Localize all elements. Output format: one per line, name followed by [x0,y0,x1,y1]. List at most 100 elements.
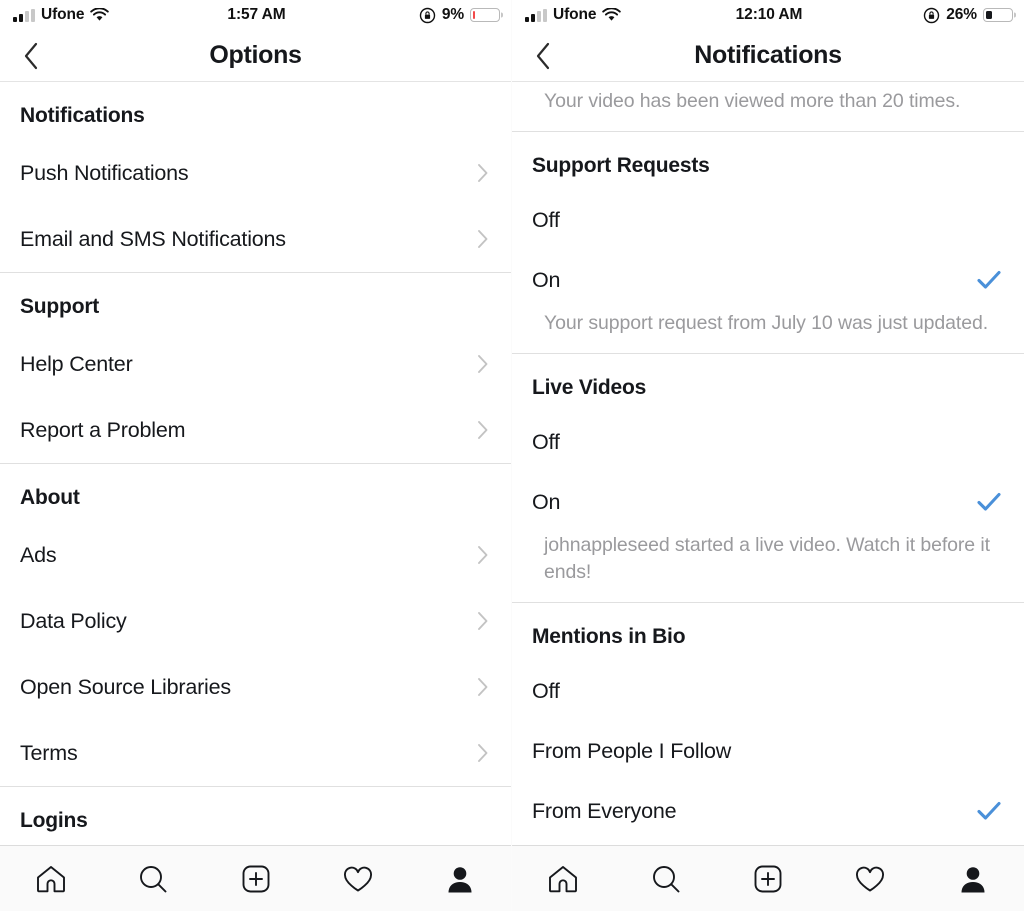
option-unchecked [976,209,1002,231]
clock-label: 1:57 AM [227,6,286,23]
option-row[interactable]: Off [512,661,1024,721]
left-phone-panel: Ufone 1:57 AM 9% Options Notifications P… [0,0,512,911]
checkmark-icon [976,800,1002,822]
section-header: Notifications [20,104,145,127]
home-icon [549,865,578,892]
list-item-label: Report a Problem [20,417,186,442]
profile-icon [448,866,472,892]
option-row[interactable]: On [512,472,1024,532]
nav-bar-right: Notifications [512,30,1024,82]
list-item[interactable]: Terms [0,720,511,786]
option-row[interactable]: Off [512,412,1024,472]
option-unchecked [976,680,1002,702]
chevron-right-icon [477,420,489,440]
tab-search-right[interactable] [614,846,716,911]
clock-label: 12:10 AM [735,6,803,23]
status-bar-left-group: Ufone [13,6,227,24]
option-row[interactable]: On [512,250,1024,310]
status-bar-center-right: 12:10 AM [736,6,803,24]
add-post-icon [754,865,782,892]
back-button-left[interactable] [0,30,62,82]
signal-bars-icon [525,8,547,22]
tab-add-post-right[interactable] [717,846,819,911]
chevron-right-icon [477,677,489,697]
chevron-right-icon [477,229,489,249]
back-chevron-icon [24,42,38,70]
list-item[interactable]: Data Policy [0,588,511,654]
option-label: From Everyone [532,798,677,823]
list-item-label: Terms [20,740,78,765]
list-item[interactable]: Report a Problem [0,397,511,463]
nav-bar-left: Options [0,30,511,82]
chevron-right-icon [478,744,488,762]
profile-icon [961,866,985,892]
back-button-right[interactable] [512,30,574,82]
option-description: Your support request from July 10 was ju… [544,312,989,334]
tab-home-left[interactable] [0,846,102,911]
tab-activity-left[interactable] [307,846,409,911]
back-chevron-icon [536,42,550,70]
tab-add-post-left[interactable] [204,846,306,911]
chevron-right-icon [478,612,488,630]
options-list[interactable]: Notifications Push Notifications Email and… [0,82,511,845]
right-phone-panel: Ufone 12:10 AM 26% Notifications Your vi… [512,0,1024,911]
chevron-right-icon [478,355,488,373]
tab-bar-left[interactable] [0,845,511,911]
chevron-right-icon [477,545,489,565]
section-header: Support Requests [532,154,710,177]
checkmark-icon [977,492,1001,511]
list-item[interactable]: Help Center [0,331,511,397]
status-bar-right-group-right: 26% [802,6,1013,24]
option-description: johnappleseed started a live video. Watc… [544,534,990,583]
notifications-list[interactable]: Your video has been viewed more than 20 … [512,82,1024,845]
section-header: Support [20,295,100,318]
section-header: About [20,486,80,509]
list-item[interactable]: Ads [0,522,511,588]
search-icon [652,865,680,892]
tab-profile-right[interactable] [922,846,1024,911]
option-row[interactable]: From People I Follow [512,721,1024,781]
heart-icon [343,866,372,891]
dual-phone-screenshot: Ufone 1:57 AM 9% Options Notifications P… [0,0,1024,911]
checkmark-icon [977,270,1001,289]
list-item-label: Open Source Libraries [20,674,231,699]
tab-bar-right[interactable] [512,845,1024,911]
chevron-right-icon [478,230,488,248]
page-title-right: Notifications [694,41,842,69]
section-header: Logins [20,809,88,832]
tab-activity-right[interactable] [819,846,921,911]
option-row[interactable]: From Everyone [512,781,1024,841]
heart-icon [856,866,885,891]
list-item[interactable]: Push Notifications [0,140,511,206]
battery-percent-label: 9% [441,6,465,23]
battery-percent-label: 26% [946,6,977,23]
status-bar-right-group-left: 9% [286,6,501,24]
battery-icon [983,8,1013,22]
tab-search-left[interactable] [102,846,204,911]
search-icon [140,865,167,892]
tab-profile-left[interactable] [409,846,511,911]
option-label: On [532,267,561,292]
status-bar-center-left: 1:57 AM [227,6,285,24]
list-item[interactable]: Open Source Libraries [0,654,511,720]
chevron-right-icon [478,164,488,182]
carrier-label: Ufone [41,6,85,23]
list-item[interactable]: Email and SMS Notifications [0,206,511,272]
option-row[interactable]: Off [512,190,1024,250]
home-icon [37,865,66,892]
section-header: Mentions in Bio [532,625,686,648]
chevron-right-icon [477,743,489,763]
list-item-label: Help Center [20,351,133,376]
wifi-icon [602,7,622,22]
status-bar-left-group-right: Ufone [525,6,736,24]
rotation-lock-icon [419,7,436,24]
checkmark-icon [977,801,1001,820]
option-label: Off [532,678,560,703]
wifi-icon [90,7,110,22]
page-title-left: Options [209,41,302,69]
tab-home-right[interactable] [512,846,614,911]
rotation-lock-icon [923,7,940,24]
checkmark-icon [976,491,1002,513]
list-item-label: Ads [20,542,57,567]
chevron-right-icon [478,546,488,564]
